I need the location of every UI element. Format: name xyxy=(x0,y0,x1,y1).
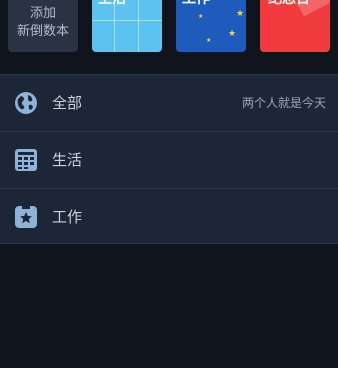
notebook-card-life[interactable]: 生活 ✦ xyxy=(92,0,162,52)
notebook-list: 全部 两个人就是今天 生活 工作 xyxy=(0,74,338,244)
star-box-icon xyxy=(13,204,39,230)
list-item-work[interactable]: 工作 xyxy=(0,189,338,244)
list-item-label: 生活 xyxy=(52,151,83,169)
list-item-subtitle: 两个人就是今天 xyxy=(241,96,326,110)
app-screen: 添加 新倒数本 生活 ✦ 工作 ★ ★ ★ ★ 纪念日 xyxy=(0,0,338,368)
list-item-label: 工作 xyxy=(52,208,83,226)
list-item-label: 全部 xyxy=(52,94,83,112)
globe-icon xyxy=(13,90,39,116)
star-icon: ★ xyxy=(198,13,204,20)
notebook-card-anniversary[interactable]: 纪念日 xyxy=(260,0,330,52)
list-item-life[interactable]: 生活 xyxy=(0,132,338,189)
calendar-grid-icon xyxy=(13,147,39,173)
card-title-anniversary: 纪念日 xyxy=(268,0,310,8)
notebook-card-strip: 添加 新倒数本 生活 ✦ 工作 ★ ★ ★ ★ 纪念日 xyxy=(0,0,338,60)
list-item-all[interactable]: 全部 两个人就是今天 xyxy=(0,75,338,132)
star-icon: ★ xyxy=(206,37,212,44)
add-notebook-card[interactable]: 添加 新倒数本 xyxy=(8,0,78,52)
add-notebook-line1: 添加 xyxy=(29,6,56,21)
card-title-work: 工作 xyxy=(182,0,210,8)
star-icon: ★ xyxy=(228,29,237,39)
star-icon: ★ xyxy=(236,9,245,19)
notebook-card-work[interactable]: 工作 ★ ★ ★ ★ xyxy=(176,0,246,52)
add-notebook-line2: 新倒数本 xyxy=(16,24,69,39)
card-title-life: 生活 xyxy=(98,0,126,8)
add-notebook-label: 添加 新倒数本 xyxy=(8,5,78,41)
